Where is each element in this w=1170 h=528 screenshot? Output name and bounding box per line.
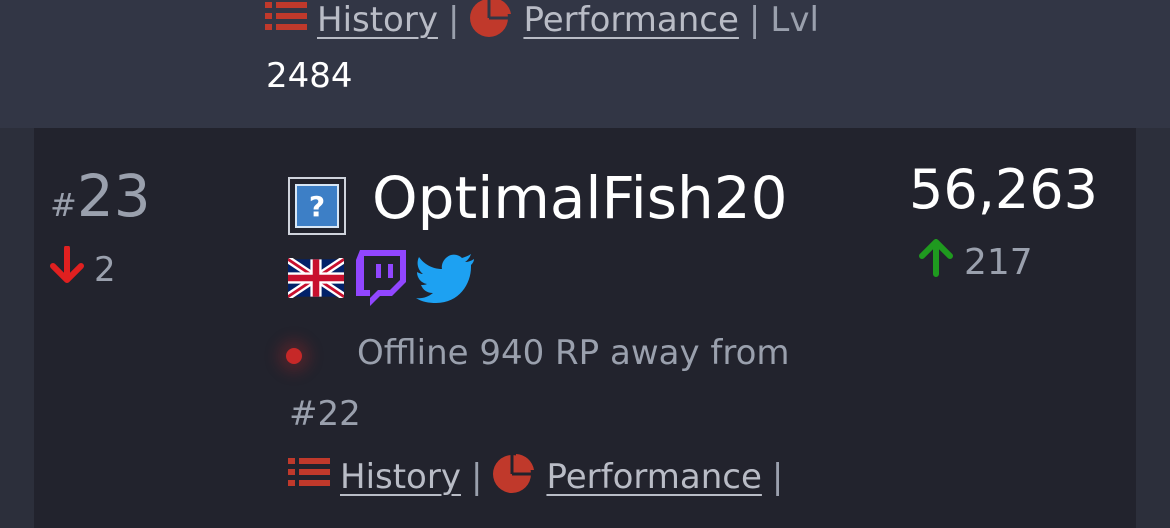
arrow-up-icon [918, 238, 954, 287]
rank-change: 2 [50, 245, 116, 293]
player-name[interactable]: OptimalFish20 [372, 164, 788, 232]
previous-row-links: History | Performance | Lvl [265, 0, 819, 40]
arrow-down-icon [50, 245, 84, 293]
offline-status-dot [286, 348, 302, 364]
twitter-icon[interactable] [416, 253, 476, 307]
score-change: 217 [918, 238, 1033, 287]
twitch-icon[interactable] [352, 248, 408, 312]
list-icon [265, 0, 307, 41]
pie-chart-icon [492, 450, 536, 503]
performance-link[interactable]: Performance [546, 457, 761, 497]
level-label: Lvl [770, 0, 819, 40]
separator: | [771, 456, 784, 497]
status-target-rank: #22 [289, 394, 361, 434]
pie-chart-icon [469, 0, 513, 47]
social-links [285, 248, 476, 312]
performance-link[interactable]: Performance [523, 0, 738, 40]
player-score: 56,263 [909, 158, 1098, 221]
avatar[interactable]: ? [288, 177, 346, 235]
uk-flag-icon [285, 256, 347, 302]
rank-hash: # [50, 186, 77, 224]
rank-change-value: 2 [94, 249, 116, 290]
separator: | [748, 0, 761, 40]
history-link[interactable]: History [317, 0, 438, 40]
separator: | [447, 0, 460, 40]
history-link[interactable]: History [340, 457, 461, 497]
separator: | [470, 456, 483, 497]
list-icon [288, 456, 330, 497]
rank: #23 [50, 162, 151, 230]
level-value: 2484 [266, 56, 353, 96]
previous-leaderboard-row: History | Performance | Lvl 2484 [0, 0, 1170, 128]
leaderboard-row: #23 2 ? OptimalFish20 56,263 217 Offline… [34, 128, 1136, 528]
score-change-value: 217 [964, 242, 1033, 283]
player-links: History | Performance | [288, 450, 783, 503]
status-text: Offline 940 RP away from [357, 333, 790, 373]
avatar-placeholder: ? [295, 184, 339, 228]
rank-number: 23 [76, 162, 151, 230]
